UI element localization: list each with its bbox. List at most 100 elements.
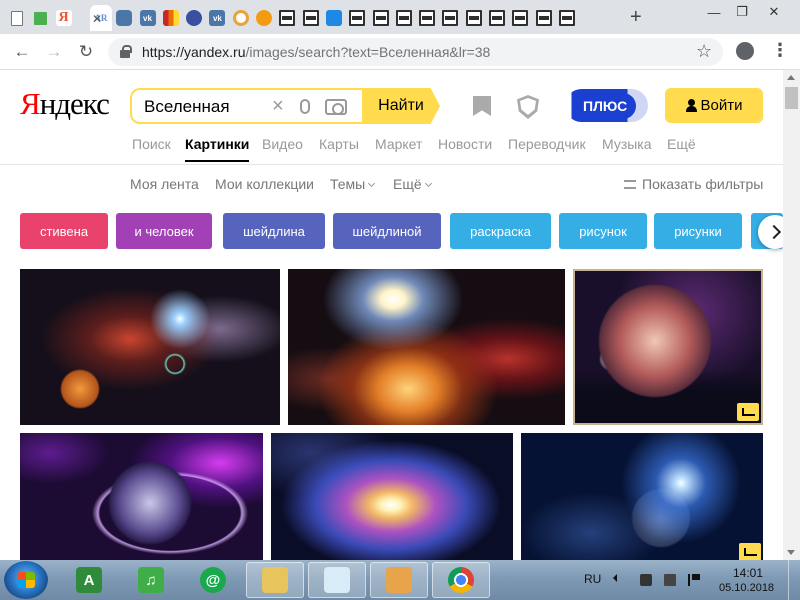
browser-tab[interactable] <box>160 5 182 31</box>
service-tab[interactable]: Музыка <box>602 136 652 152</box>
browser-tab[interactable]: vk <box>206 5 228 31</box>
browser-tab[interactable]: Я <box>53 5 75 31</box>
taskbar-app-button[interactable] <box>432 562 490 598</box>
browser-tab[interactable] <box>509 5 531 31</box>
show-desktop-button[interactable] <box>788 560 800 600</box>
flower-icon <box>325 10 342 26</box>
browser-tab[interactable] <box>300 5 322 31</box>
image-result[interactable] <box>573 269 763 425</box>
scrollbar-thumb[interactable] <box>785 87 798 109</box>
suggestion-chip[interactable]: шейдлиной <box>333 213 441 249</box>
suggestion-chip[interactable]: рисунок <box>559 213 647 249</box>
shopping-cart-icon[interactable] <box>739 543 761 560</box>
tray-expand-icon[interactable] <box>613 574 617 582</box>
flag-icon[interactable] <box>688 574 700 586</box>
chat-icon <box>116 10 133 26</box>
clock-date[interactable]: 05.10.2018 <box>719 582 774 594</box>
start-button[interactable] <box>4 561 48 599</box>
forward-button[interactable]: → <box>42 40 66 64</box>
browser-tab[interactable] <box>486 5 508 31</box>
bookmark-star-icon[interactable]: ☆ <box>696 41 712 62</box>
page-scrollbar[interactable] <box>783 70 800 560</box>
taskbar-app-button[interactable] <box>370 562 428 598</box>
my-collections-link[interactable]: Мои коллекции <box>215 176 314 192</box>
yandex-images-page: Яндекс × Найти ПЛЮС Войти Поиск Картинки В… <box>0 70 783 560</box>
browser-tab[interactable] <box>416 5 438 31</box>
browser-tab[interactable] <box>463 5 485 31</box>
tab-close-icon[interactable]: ✕ <box>92 12 102 26</box>
taskbar-app-button[interactable]: A <box>60 562 118 598</box>
window-icon <box>558 10 575 26</box>
search-input[interactable] <box>144 97 264 117</box>
taskbar-app-button[interactable] <box>246 562 304 598</box>
browser-tab[interactable] <box>370 5 392 31</box>
menu-icon[interactable]: ⋮ <box>771 40 789 61</box>
taskbar-app-button[interactable]: @ <box>184 562 242 598</box>
search-button[interactable]: Найти <box>362 88 440 124</box>
back-button[interactable]: ← <box>10 40 34 64</box>
more-dropdown[interactable]: Ещё <box>393 176 432 192</box>
service-tab[interactable]: Новости <box>438 136 492 152</box>
language-indicator[interactable]: RU <box>584 572 601 586</box>
suggestion-chip[interactable]: раскраска <box>450 213 551 249</box>
clear-icon[interactable]: × <box>272 95 284 118</box>
image-result[interactable] <box>521 433 763 560</box>
service-tab[interactable]: Ещё <box>667 136 696 152</box>
image-result[interactable] <box>271 433 513 560</box>
scroll-up-arrow-icon[interactable] <box>787 75 795 80</box>
taskbar-app-button[interactable] <box>308 562 366 598</box>
close-window-button[interactable]: ✕ <box>760 2 788 22</box>
scroll-down-arrow-icon[interactable] <box>787 550 795 555</box>
browser-tab[interactable] <box>533 5 555 31</box>
collections-bookmark-icon[interactable] <box>473 96 491 116</box>
taskbar-app-button[interactable]: ♫ <box>122 562 180 598</box>
service-tab[interactable]: Картинки <box>185 136 250 162</box>
browser-tab[interactable] <box>276 5 298 31</box>
image-result[interactable] <box>20 433 263 560</box>
person-icon <box>685 99 697 112</box>
clock-time[interactable]: 14:01 <box>733 566 763 580</box>
browser-tab[interactable] <box>230 5 252 31</box>
restore-button[interactable]: ❐ <box>728 2 756 22</box>
service-tab[interactable]: Карты <box>319 136 359 152</box>
minimize-button[interactable]: — <box>700 2 728 22</box>
browser-tab[interactable] <box>346 5 368 31</box>
plus-button[interactable]: ПЛЮС <box>565 89 648 122</box>
suggestion-chip[interactable]: шейдлина <box>223 213 325 249</box>
suggestion-chip[interactable]: стивена <box>20 213 108 249</box>
browser-tab[interactable] <box>6 5 28 31</box>
microphone-icon[interactable] <box>300 99 310 114</box>
reload-button[interactable]: ↻ <box>74 40 98 64</box>
browser-tab[interactable]: vk <box>137 5 159 31</box>
address-bar[interactable]: https://yandex.ru/images/search?text=Все… <box>108 38 723 66</box>
browser-tab[interactable] <box>323 5 345 31</box>
browser-tab[interactable] <box>253 5 275 31</box>
image-result[interactable] <box>288 269 565 425</box>
suggestion-chip[interactable]: и человек <box>116 213 212 249</box>
new-tab-button[interactable]: + <box>630 6 642 29</box>
network-icon[interactable] <box>664 574 676 586</box>
browser-tab[interactable] <box>556 5 578 31</box>
login-button[interactable]: Войти <box>665 88 763 123</box>
suggestion-chip[interactable]: рисунки <box>654 213 742 249</box>
shield-icon[interactable] <box>517 95 539 119</box>
service-tab[interactable]: Видео <box>262 136 303 152</box>
image-result[interactable] <box>20 269 280 425</box>
service-tab[interactable]: Маркет <box>375 136 422 152</box>
camera-icon[interactable] <box>325 99 347 115</box>
browser-tab[interactable] <box>29 5 51 31</box>
yandex-logo[interactable]: Яндекс <box>20 86 110 122</box>
show-filters-button[interactable]: Показать фильтры <box>624 176 763 192</box>
profile-icon[interactable] <box>736 42 754 60</box>
browser-tab[interactable] <box>439 5 461 31</box>
android-icon: A <box>76 567 102 593</box>
shopping-cart-icon[interactable] <box>737 403 759 421</box>
service-tab[interactable]: Переводчик <box>508 136 586 152</box>
service-tab[interactable]: Поиск <box>132 136 171 152</box>
browser-tab[interactable] <box>393 5 415 31</box>
device-icon[interactable] <box>640 574 652 586</box>
my-feed-link[interactable]: Моя лента <box>130 176 199 192</box>
themes-dropdown[interactable]: Темы <box>330 176 376 192</box>
browser-tab[interactable] <box>113 5 135 31</box>
browser-tab[interactable] <box>183 5 205 31</box>
